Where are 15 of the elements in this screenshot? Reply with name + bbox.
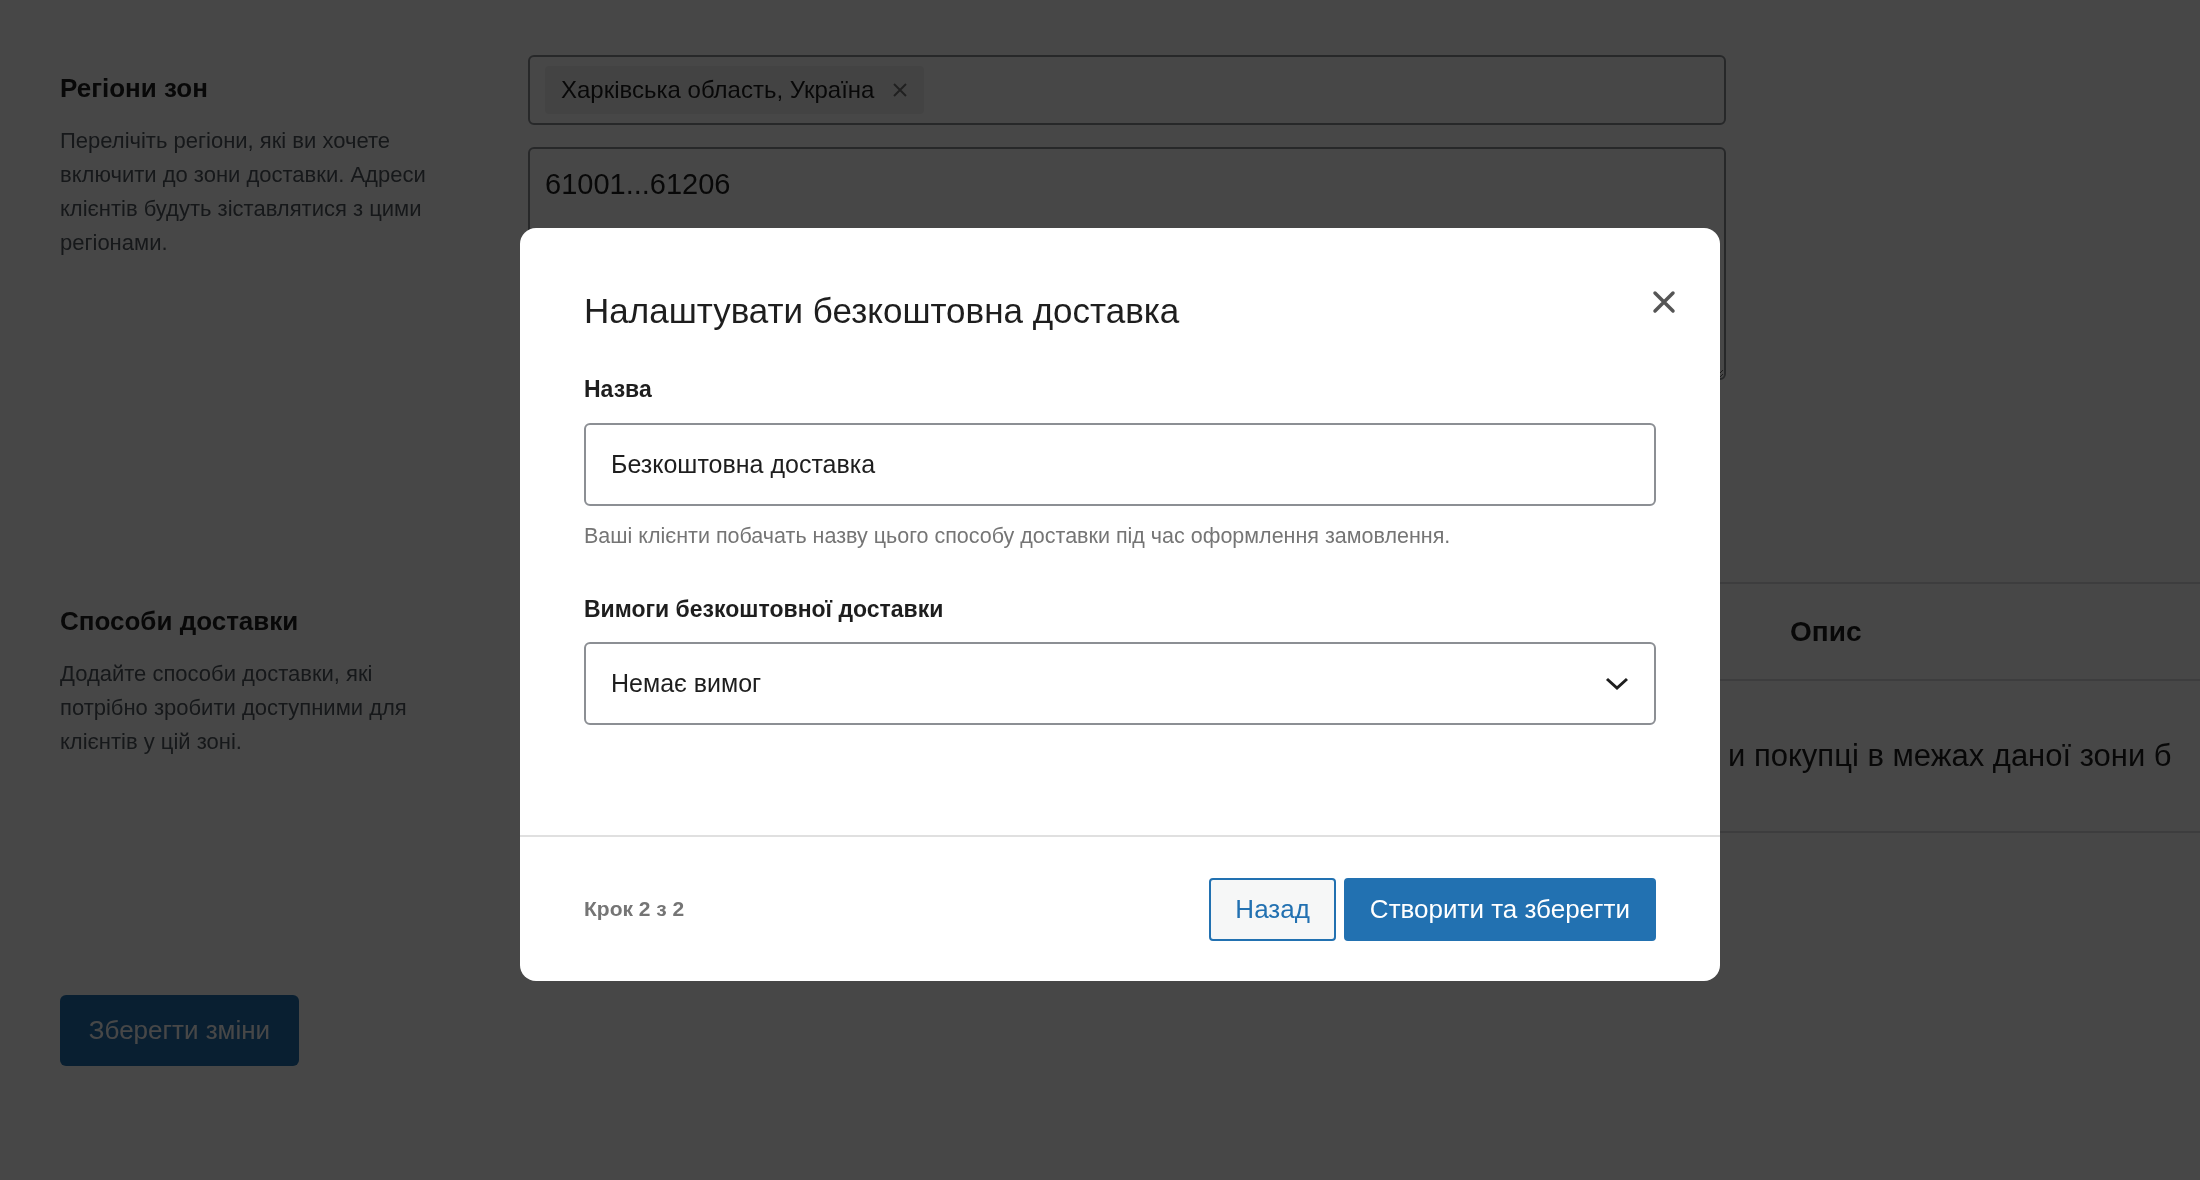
select-field[interactable]: Немає вимог: [584, 642, 1656, 726]
field-label: Вимоги безкоштовної доставки: [584, 594, 945, 624]
text-field[interactable]: Безкоштовна доставка: [584, 422, 1656, 506]
section-title: Регіони зон: [60, 73, 209, 105]
chevron-down-icon: [1605, 676, 1629, 691]
back-button[interactable]: Назад: [1209, 877, 1336, 941]
table-cell-text: и покупці в межах даної зони б: [1728, 736, 2172, 775]
section-title: Способи доставки: [60, 606, 300, 638]
modal-title: Налаштувати безкоштовна доставка: [584, 290, 1181, 332]
help-text: Ваші клієнти побачать назву цього способу доставки під час оформлення замовлення.: [584, 522, 1452, 550]
create-button[interactable]: Створити та зберегти: [1343, 877, 1656, 941]
column-header: Опис: [1790, 614, 1862, 649]
tag-label: Харківська область, Україна: [561, 75, 875, 105]
field-label: Назва: [584, 375, 653, 404]
step-indicator: Крок 2 з 2: [584, 896, 685, 923]
